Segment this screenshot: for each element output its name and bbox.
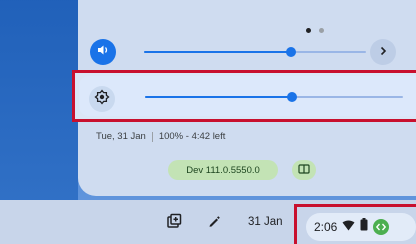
shelf-date[interactable]: 31 Jan xyxy=(248,216,283,228)
status-info-line: Tue, 31 Jan 100% - 4:42 left xyxy=(96,131,225,142)
version-chip[interactable]: Dev 111.0.5550.0 xyxy=(168,160,278,180)
chevron-right-icon xyxy=(378,43,388,61)
volume-row xyxy=(90,39,116,65)
battery-icon xyxy=(360,218,368,236)
brightness-row-highlight xyxy=(72,70,416,122)
page-dot-active[interactable] xyxy=(306,27,311,33)
stylus-icon xyxy=(207,214,221,233)
battery-label[interactable]: 100% - 4:42 left xyxy=(159,131,226,142)
date-label[interactable]: Tue, 31 Jan xyxy=(96,131,146,142)
volume-slider-thumb[interactable] xyxy=(285,47,296,57)
brightness-slider-fill xyxy=(145,96,293,98)
feedback-icon xyxy=(298,161,310,179)
brightness-icon xyxy=(94,88,110,110)
screen-capture-icon xyxy=(166,213,182,234)
wifi-icon xyxy=(342,218,355,236)
page-indicator xyxy=(306,26,336,34)
brightness-slider-thumb[interactable] xyxy=(287,92,298,102)
brightness-slider[interactable] xyxy=(145,92,403,102)
feedback-button[interactable] xyxy=(292,160,316,180)
volume-slider[interactable] xyxy=(144,47,366,57)
dev-channel-icon xyxy=(373,219,390,235)
clock-time: 2:06 xyxy=(314,220,338,234)
status-tray-highlight: 2:06 xyxy=(294,204,416,244)
separator xyxy=(151,131,153,142)
brightness-button[interactable] xyxy=(89,86,115,112)
audio-settings-button[interactable] xyxy=(370,39,396,65)
page-dot-inactive[interactable] xyxy=(319,27,324,33)
stylus-button[interactable] xyxy=(203,212,225,234)
volume-mute-button[interactable] xyxy=(90,39,116,65)
volume-slider-fill xyxy=(144,51,291,53)
status-tray[interactable]: 2:06 xyxy=(306,213,416,241)
screen-capture-button[interactable] xyxy=(163,212,185,234)
speaker-icon xyxy=(96,43,110,62)
version-label: Dev 111.0.5550.0 xyxy=(186,164,260,176)
